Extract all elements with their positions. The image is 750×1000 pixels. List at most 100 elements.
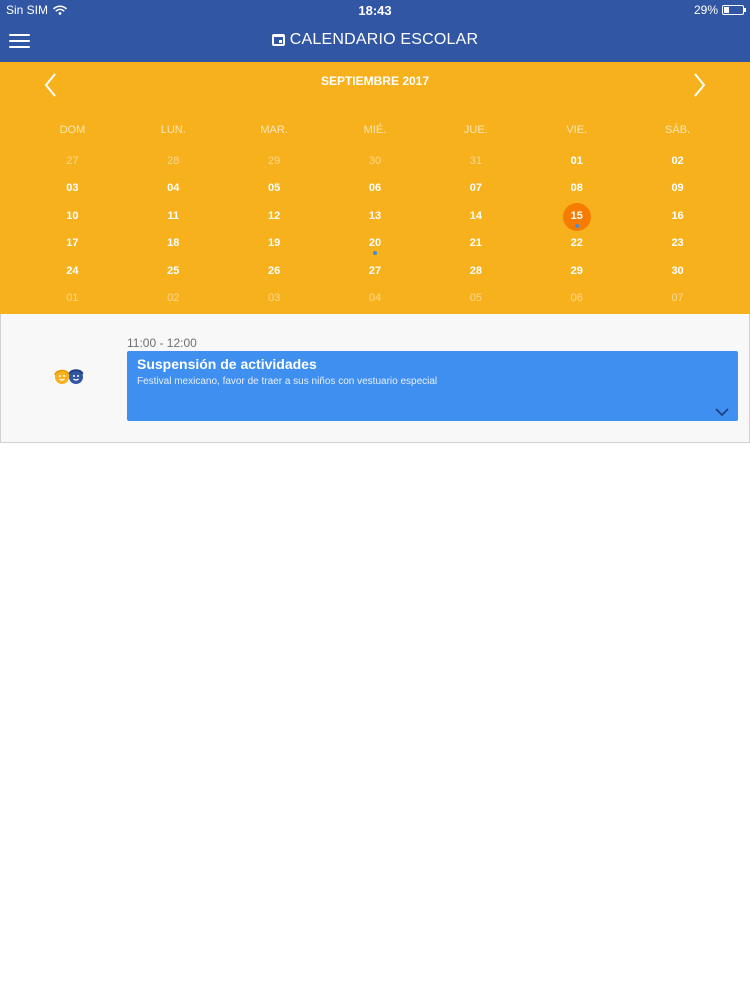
calendar-day[interactable]: 26 [224,260,325,287]
calendar-day[interactable]: 03 [22,177,123,204]
calendar-day[interactable]: 12 [224,205,325,232]
calendar-day[interactable]: 17 [22,232,123,259]
weekday-label: DOM [59,124,86,136]
calendar-day-number: 16 [671,209,684,222]
calendar-day-number: 26 [268,264,281,277]
calendar-day[interactable]: 30 [325,150,426,177]
calendar-day-number: 27 [368,264,382,277]
battery-fill [724,7,729,13]
month-calendar: SEPTIEMBRE 2017 DOM LUN. MAR. MIÉ. JUE. … [0,62,750,314]
calendar-day[interactable]: 23 [627,232,728,259]
calendar-day[interactable]: 27 [325,260,426,287]
calendar-day-number: 20 [368,237,382,250]
calendar-day-number: 04 [167,182,180,195]
calendar-day[interactable]: 14 [425,205,526,232]
weekday-label: MIÉ. [363,124,387,136]
calendar-day[interactable]: 19 [224,232,325,259]
calendar-day[interactable]: 07 [425,177,526,204]
calendar-day-number: 28 [469,264,482,277]
calendar-day-number: 01 [66,291,79,304]
calendar-day-number: 22 [570,237,583,250]
calendar-day[interactable]: 28 [123,150,224,177]
calendar-day[interactable]: 20 [325,232,426,259]
calendar-day[interactable]: 05 [224,177,325,204]
calendar-day-number: 17 [66,237,79,250]
event-card[interactable]: Suspensión de actividades Festival mexic… [127,351,738,421]
event-time: 11:00 - 12:00 [127,336,197,350]
status-right: 29% [694,3,746,17]
calendar-day-number: 25 [167,264,180,277]
calendar-day-number: 12 [268,209,281,222]
calendar-day[interactable]: 04 [123,177,224,204]
calendar-day-number: 29 [268,155,281,167]
calendar-day[interactable]: 01 [22,287,123,314]
calendar-day[interactable]: 02 [123,287,224,314]
calendar-day[interactable]: 01 [526,150,627,177]
calendar-day-number: 07 [671,291,684,304]
calendar-day[interactable]: 09 [627,177,728,204]
calendar-day[interactable]: 21 [425,232,526,259]
calendar-day-number: 10 [66,209,79,222]
event-list: 11:00 - 12:00 Suspensión de actividades … [0,314,750,443]
calendar-day-number: 31 [469,155,482,167]
calendar-day[interactable]: 06 [526,287,627,314]
next-month-button[interactable] [684,70,714,100]
clock: 18:43 [358,3,392,18]
calendar-day[interactable]: 13 [325,205,426,232]
calendar-day[interactable]: 30 [627,260,728,287]
calendar-day[interactable]: 18 [123,232,224,259]
calendar-day-number: 06 [570,291,583,304]
calendar-day-number: 29 [570,264,583,277]
calendar-day[interactable]: 25 [123,260,224,287]
weekday-label: LUN. [160,124,186,136]
calendar-day[interactable]: 31 [425,150,526,177]
calendar-day-number: 07 [469,182,482,195]
calendar-day-number: 05 [469,291,482,304]
calendar-day[interactable]: 10 [22,205,123,232]
calendar-day-number: 03 [268,291,281,304]
calendar-day-number: 08 [570,182,583,195]
calendar-day-number: 30 [671,264,684,277]
weekday-label: VIE. [566,124,588,136]
calendar-day[interactable]: 24 [22,260,123,287]
event-indicator-dot [372,251,377,256]
calendar-day-number: 23 [671,237,684,250]
page-title: CALENDARIO ESCOLAR [0,31,750,49]
calendar-day[interactable]: 02 [627,150,728,177]
calendar-day-number: 24 [66,264,79,277]
calendar-day-number: 14 [469,209,482,222]
battery-nub [744,8,746,12]
calendar-day-number: 06 [368,182,382,195]
calendar-day[interactable]: 11 [123,205,224,232]
calendar-day[interactable]: 29 [526,260,627,287]
calendar-day[interactable]: 03 [224,287,325,314]
calendar-day-number: 13 [368,209,382,222]
battery-icon [722,5,746,15]
chevron-right-icon [694,73,706,97]
calendar-day[interactable]: 28 [425,260,526,287]
calendar-day[interactable]: 22 [526,232,627,259]
calendar-day-number: 21 [469,237,482,250]
calendar-day[interactable]: 06 [325,177,426,204]
calendar-day[interactable]: 27 [22,150,123,177]
calendar-day-number: 28 [167,155,180,167]
weekday-label: MAR. [260,124,288,136]
calendar-day-number: 01 [570,155,583,167]
calendar-day[interactable]: 04 [325,287,426,314]
calendar-day[interactable]: 16 [627,205,728,232]
calendar-day[interactable]: 29 [224,150,325,177]
calendar-day[interactable]: 08 [526,177,627,204]
calendar-day[interactable]: 05 [425,287,526,314]
month-title: SEPTIEMBRE 2017 [320,74,430,88]
kids-icon [54,369,84,384]
weekday-label: SÁB. [665,124,691,136]
event-indicator-dot [574,223,579,228]
chevron-down-icon[interactable] [715,407,729,417]
days-grid: 27 28 29 30 31 01 02 03 04 05 06 07 08 09 10 11 12 13 14 15… [22,150,728,314]
calendar-day[interactable]: 07 [627,287,728,314]
calendar-day-number: 02 [671,155,684,167]
calendar-day-number: 04 [368,291,382,304]
calendar-day-today[interactable]: 15 [526,202,627,232]
calendar-icon [271,34,285,46]
nav-bar: CALENDARIO ESCOLAR [0,20,750,62]
